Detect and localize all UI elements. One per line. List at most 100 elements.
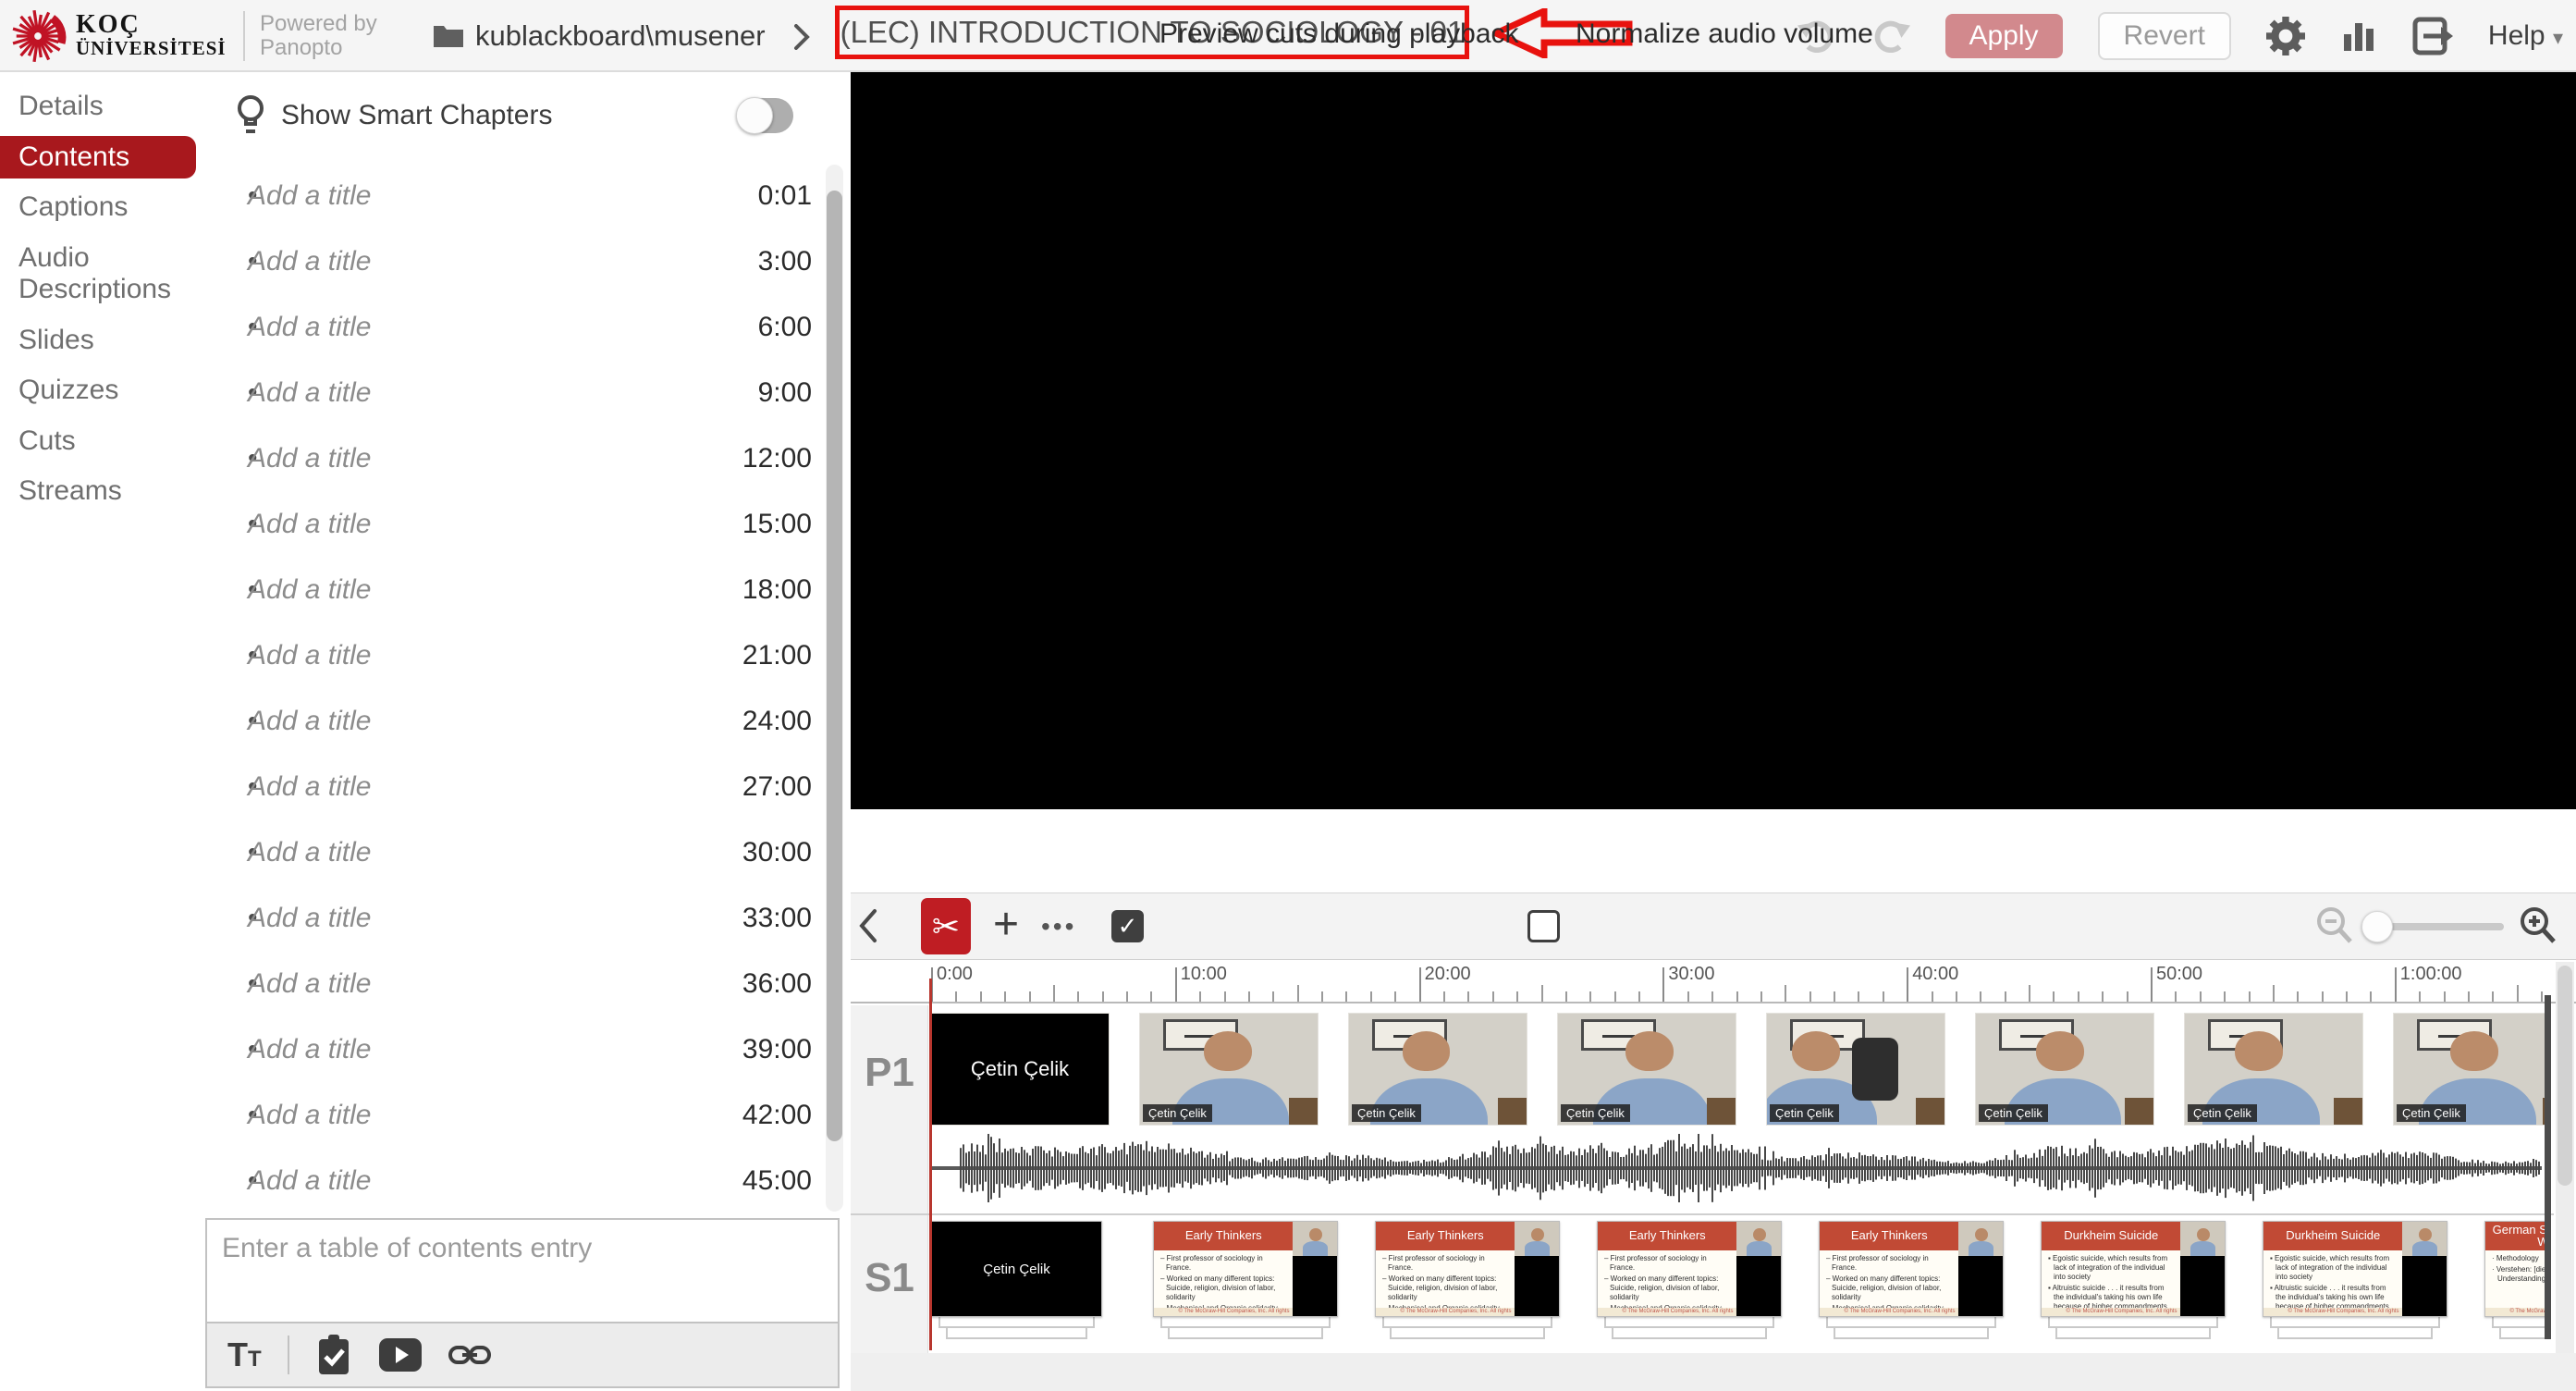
timeline-zoom-slider[interactable] [2363,923,2504,930]
video-viewport[interactable] [851,72,2576,809]
chapter-row[interactable]: •Add a title12:00 [213,425,812,491]
chapter-title[interactable]: Add a title [248,1034,742,1065]
zoom-slider-knob[interactable] [2361,911,2393,942]
chapter-title[interactable]: Add a title [248,443,742,474]
chapter-time[interactable]: 33:00 [742,903,812,934]
cut-tool-scissors-button[interactable]: ✂ [921,898,971,954]
chapter-time[interactable]: 15:00 [742,509,812,540]
chapter-time[interactable]: 9:00 [758,377,812,409]
chapter-row[interactable]: •Add a title15:00 [213,491,812,557]
video-thumbnail[interactable]: Çetin Çelik [1976,1014,2153,1125]
help-menu[interactable]: Help ▾ [2488,20,2563,52]
contents-scrollbar-thumb[interactable] [827,191,842,1141]
chapter-time[interactable]: 18:00 [742,574,812,606]
sidebar-item-slides[interactable]: Slides [0,319,213,363]
chapter-time[interactable]: 45:00 [742,1165,812,1197]
chapter-title[interactable]: Add a title [248,771,742,803]
chapter-title[interactable]: Add a title [248,968,742,1000]
contents-scrollbar[interactable] [826,165,843,1212]
chapter-row[interactable]: •Add a title30:00 [213,819,812,885]
chapter-title[interactable]: Add a title [248,1100,742,1131]
slide-thumbnail[interactable]: Early Thinkers– First professor of socio… [1819,1221,2004,1343]
chapter-row[interactable]: •Add a title27:00 [213,754,812,819]
sidebar-item-quizzes[interactable]: Quizzes [0,369,213,412]
redo-icon[interactable] [1871,19,1910,53]
smart-chapters-toggle[interactable] [740,98,793,133]
slide-thumbnail[interactable]: Çetin Çelik [931,1221,1102,1343]
chapter-title[interactable]: Add a title [248,837,742,868]
chapter-row[interactable]: •Add a title21:00 [213,622,812,688]
chapter-row[interactable]: •Add a title18:00 [213,557,812,622]
chapter-row[interactable]: •Add a title0:01 [213,163,812,228]
chapter-time[interactable]: 24:00 [742,706,812,737]
chapter-row[interactable]: •Add a title33:00 [213,885,812,951]
video-thumbnail[interactable]: Çetin Çelik [1349,1014,1527,1125]
text-format-icon[interactable]: TT [227,1336,262,1374]
chapter-title[interactable]: Add a title [248,246,758,277]
playhead[interactable] [929,979,932,1350]
collapse-timeline-chevron-icon[interactable] [858,908,878,943]
chapter-row[interactable]: •Add a title24:00 [213,688,812,754]
video-thumbnail[interactable]: Çetin Çelik [931,1014,1109,1125]
slide-thumbnail[interactable]: Early Thinkers– First professor of socio… [1597,1221,1782,1343]
video-thumbnail[interactable]: Çetin Çelik [1767,1014,1944,1125]
zoom-in-icon[interactable] [2517,905,2559,947]
breadcrumb-folder[interactable]: kublackboard\musener [475,0,766,72]
chapter-title[interactable]: Add a title [248,706,742,737]
chapter-row[interactable]: •Add a title36:00 [213,951,812,1016]
slide-thumbnail[interactable]: German Sociology Max Weber· Methodology·… [2484,1221,2546,1343]
chapter-title[interactable]: Add a title [248,509,742,540]
chapter-row[interactable]: •Add a title6:00 [213,294,812,360]
apply-button[interactable]: Apply [1945,14,2063,58]
chapter-row[interactable]: •Add a title45:00 [213,1148,812,1213]
chapter-title[interactable]: Add a title [248,903,742,934]
link-icon[interactable] [448,1343,491,1367]
video-thumbnail[interactable]: Çetin Çelik [2394,1014,2546,1125]
timeline-overflow-menu-icon[interactable]: ••• [1041,912,1076,942]
quiz-clipboard-icon[interactable] [315,1334,352,1376]
youtube-video-icon[interactable] [378,1337,423,1373]
chapter-time[interactable]: 6:00 [758,312,812,343]
chapter-time[interactable]: 27:00 [742,771,812,803]
normalize-audio-checkbox[interactable] [1527,910,1560,942]
revert-button[interactable]: Revert [2098,12,2231,60]
chapter-time[interactable]: 0:01 [758,180,812,212]
chapter-time[interactable]: 3:00 [758,246,812,277]
sidebar-item-captions[interactable]: Captions [0,186,213,229]
chapter-title[interactable]: Add a title [248,640,742,671]
toc-entry-input[interactable] [205,1218,840,1323]
chapter-title[interactable]: Add a title [248,1165,742,1197]
chapter-row[interactable]: •Add a title3:00 [213,228,812,294]
stats-bar-chart-icon[interactable] [2340,18,2377,55]
slide-thumbnail[interactable]: Durkheim Suicide▪ Egoistic suicide, whic… [2263,1221,2447,1343]
chapter-title[interactable]: Add a title [248,574,742,606]
sidebar-item-details[interactable]: Details [0,85,213,129]
chapter-time[interactable]: 42:00 [742,1100,812,1131]
chapter-time[interactable]: 30:00 [742,837,812,868]
chapter-time[interactable]: 12:00 [742,443,812,474]
settings-gear-icon[interactable] [2266,17,2305,55]
chapter-time[interactable]: 36:00 [742,968,812,1000]
chapter-time[interactable]: 21:00 [742,640,812,671]
sidebar-item-streams[interactable]: Streams [0,470,213,513]
sidebar-item-cuts[interactable]: Cuts [0,420,213,463]
chapter-row[interactable]: •Add a title42:00 [213,1082,812,1148]
slide-thumbnail[interactable]: Early Thinkers– First professor of socio… [1375,1221,1560,1343]
chapter-title[interactable]: Add a title [248,312,758,343]
timeline-ruler[interactable]: 0:0010:0020:0030:0040:0050:001:00:00 [851,960,2576,1003]
chapter-title[interactable]: Add a title [248,377,758,409]
chapter-row[interactable]: •Add a title39:00 [213,1016,812,1082]
zoom-out-icon[interactable] [2313,905,2356,947]
slide-thumbnail[interactable]: Durkheim Suicide▪ Egoistic suicide, whic… [2041,1221,2226,1343]
exit-editor-icon[interactable] [2412,17,2453,55]
video-thumbnail[interactable]: Çetin Çelik [1558,1014,1736,1125]
sidebar-item-audio-descriptions[interactable]: Audio Descriptions [0,237,213,312]
chapter-title[interactable]: Add a title [248,180,758,212]
add-stream-plus-button[interactable]: + [993,899,1019,950]
timeline-scrollbar-thumb[interactable] [2558,966,2572,1186]
timeline-scrollbar[interactable] [2556,962,2574,1353]
video-thumbnail[interactable]: Çetin Çelik [2185,1014,2362,1125]
slide-thumbnail[interactable]: Early Thinkers– First professor of socio… [1153,1221,1338,1343]
preview-cuts-checkbox[interactable]: ✓ [1111,910,1144,942]
video-thumbnail[interactable]: Çetin Çelik [1140,1014,1318,1125]
